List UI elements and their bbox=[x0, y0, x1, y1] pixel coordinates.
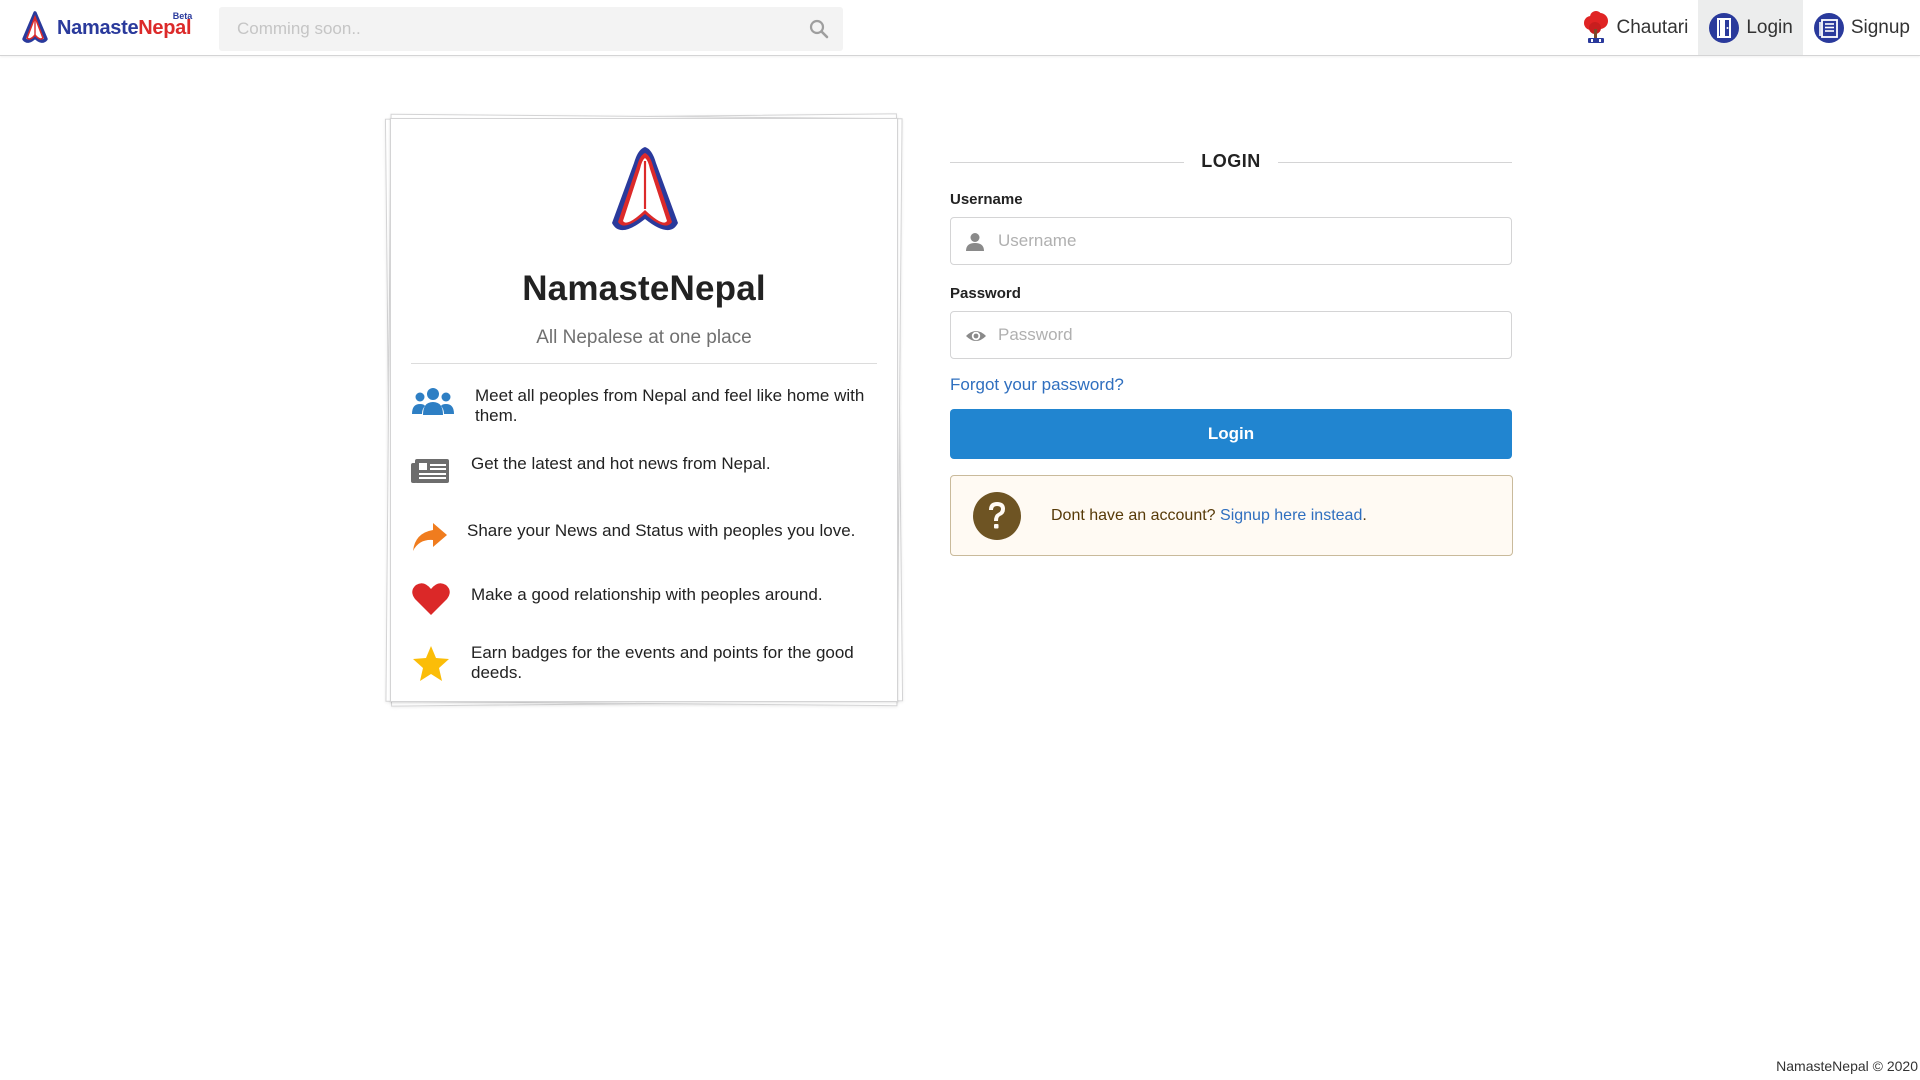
username-input[interactable] bbox=[951, 218, 1511, 264]
feature-text: Get the latest and hot news from Nepal. bbox=[471, 454, 771, 473]
signup-prompt: Dont have an account? Signup here instea… bbox=[1051, 507, 1367, 525]
password-input[interactable] bbox=[951, 312, 1511, 358]
search-icon[interactable] bbox=[809, 19, 829, 39]
star-icon bbox=[413, 646, 449, 681]
feature-item: Share your News and Status with peoples … bbox=[411, 521, 877, 553]
nav-label-login: Login bbox=[1746, 16, 1793, 38]
password-label: Password bbox=[950, 285, 1021, 302]
newspaper-icon bbox=[411, 459, 449, 483]
intro-card-stack: NamasteNepal All Nepalese at one place M… bbox=[384, 113, 904, 707]
intro-card: NamasteNepal All Nepalese at one place M… bbox=[390, 118, 898, 702]
search-bar bbox=[219, 7, 843, 51]
feature-item: Get the latest and hot news from Nepal. bbox=[411, 454, 877, 485]
namaste-logo-icon bbox=[612, 147, 678, 231]
card-subtitle: All Nepalese at one place bbox=[536, 327, 752, 348]
card-title: NamasteNepal bbox=[522, 269, 766, 308]
users-icon bbox=[412, 388, 454, 415]
footer-copyright: NamasteNepal © 2020 bbox=[1776, 1058, 1918, 1074]
feature-text: Make a good relationship with peoples ar… bbox=[471, 585, 823, 604]
login-submit-button[interactable]: Login bbox=[950, 409, 1512, 459]
feature-item: Meet all peoples from Nepal and feel lik… bbox=[411, 386, 877, 426]
signup-message-box: Dont have an account? Signup here instea… bbox=[950, 475, 1513, 556]
password-field-wrapper bbox=[950, 311, 1512, 359]
feature-text: Meet all peoples from Nepal and feel lik… bbox=[475, 386, 865, 425]
question-circle-icon bbox=[973, 492, 1021, 540]
nav-login[interactable]: Login bbox=[1698, 0, 1803, 55]
signup-prompt-text: Dont have an account? bbox=[1051, 507, 1221, 524]
nav-label-signup: Signup bbox=[1850, 16, 1910, 38]
signup-form-icon bbox=[1813, 12, 1844, 43]
nav-label-chautari: Chautari bbox=[1616, 16, 1689, 38]
nav-signup[interactable]: Signup bbox=[1803, 0, 1920, 55]
brand-name: NamasteNepal bbox=[57, 16, 192, 39]
eye-icon[interactable] bbox=[966, 326, 986, 346]
username-label: Username bbox=[950, 191, 1023, 208]
search-input[interactable] bbox=[219, 7, 843, 51]
card-divider bbox=[411, 363, 877, 364]
heart-icon bbox=[412, 583, 450, 615]
nav-chautari[interactable]: Chautari bbox=[1571, 0, 1699, 55]
tree-icon bbox=[1583, 10, 1608, 43]
user-icon bbox=[966, 233, 984, 251]
main-nav: Chautari Login Signup bbox=[1571, 0, 1920, 55]
top-navbar: NamasteNepal Beta Chautari bbox=[0, 0, 1920, 56]
door-icon bbox=[1709, 12, 1740, 43]
feature-text: Earn badges for the events and points fo… bbox=[471, 643, 854, 682]
feature-text: Share your News and Status with peoples … bbox=[467, 521, 856, 540]
forgot-password-link[interactable]: Forgot your password? bbox=[950, 375, 1124, 395]
beta-badge: Beta bbox=[172, 11, 193, 21]
feature-item: Earn badges for the events and points fo… bbox=[411, 643, 877, 683]
feature-item: Make a good relationship with peoples ar… bbox=[411, 581, 877, 617]
divider-line-right bbox=[1278, 162, 1512, 163]
brand-logo-link[interactable]: NamasteNepal Beta bbox=[16, 8, 193, 48]
login-heading-divider: LOGIN bbox=[950, 150, 1512, 174]
username-field-wrapper bbox=[950, 217, 1512, 265]
namaste-hands-icon bbox=[22, 11, 48, 43]
share-arrow-icon bbox=[413, 523, 447, 551]
signup-instead-link[interactable]: Signup here instead bbox=[1220, 507, 1362, 524]
signup-prompt-suffix: . bbox=[1362, 507, 1367, 524]
